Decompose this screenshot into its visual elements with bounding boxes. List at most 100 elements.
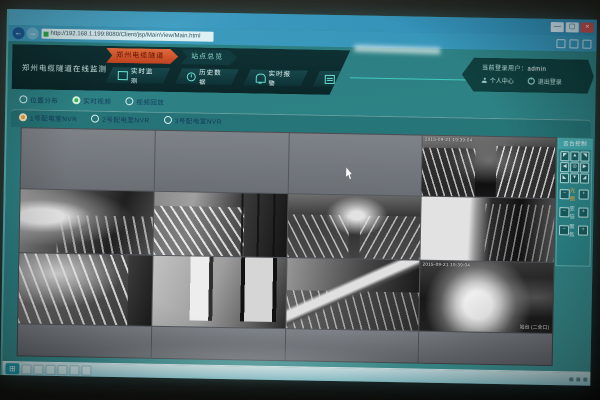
camera-timestamp: 2015-09-21 19:39:04: [423, 262, 471, 268]
address-input[interactable]: http://192.168.1.199:8080/Client/jsp/Mai…: [41, 29, 213, 42]
toolbar-realtime-monitoring[interactable]: 实时监测: [106, 67, 171, 84]
iris-minus-button[interactable]: −: [560, 189, 570, 199]
ptz-right-button[interactable]: ▶: [580, 163, 589, 173]
menu-icon[interactable]: [582, 40, 591, 49]
ptz-down-button[interactable]: ▼: [570, 173, 579, 183]
ptz-up-left-button[interactable]: ◤: [560, 151, 569, 161]
nvr-option-2[interactable]: 2号配电室NVR: [91, 114, 150, 125]
taskbar-app-icon[interactable]: [57, 364, 67, 374]
close-button[interactable]: ×: [581, 23, 594, 33]
view-mode-playback[interactable]: 视频回放: [125, 96, 164, 107]
view-mode-group: 位置分布 实时视频 视频回放: [19, 94, 164, 107]
video-cell-empty: [154, 131, 288, 193]
logout-icon: [528, 78, 535, 85]
camera-feed[interactable]: [152, 256, 286, 328]
monitor-icon: [118, 71, 128, 80]
taskbar-app-icon[interactable]: [81, 365, 91, 375]
camera-feed[interactable]: [287, 194, 421, 259]
profile-link[interactable]: 个人中心: [490, 76, 514, 85]
taskbar-app-icon[interactable]: [69, 365, 79, 375]
ptz-up-right-button[interactable]: ◥: [580, 152, 589, 162]
ptz-down-right-button[interactable]: ◢: [580, 174, 589, 184]
tab-site-overview[interactable]: 站点总览: [181, 49, 237, 65]
alarm-icon: [255, 73, 265, 82]
toolbar-item-label: 实时监测: [131, 65, 159, 85]
video-wall: 2015-09-21 19:39:04 2015-09-21 19:39:04 …: [17, 127, 557, 366]
start-button[interactable]: ⊞: [5, 363, 19, 374]
minimize-button[interactable]: —: [551, 22, 564, 32]
url-text: http://192.168.1.199:8080/Client/jsp/Mai…: [50, 31, 200, 40]
device-icon: [325, 74, 335, 83]
forward-button[interactable]: →: [26, 27, 38, 39]
radio-icon: [164, 116, 172, 124]
ptz-panel-title: 云台控制: [559, 139, 592, 150]
toolbar-item-label: 实时报警: [268, 68, 296, 88]
video-cell-empty: [285, 329, 418, 362]
toolbar-item-label: 历史数据: [199, 67, 227, 87]
radio-icon: [91, 115, 99, 123]
zoom-label: 变倍: [569, 204, 578, 220]
toolbar-realtime-alarm[interactable]: 实时报警: [243, 69, 308, 86]
view-mode-label: 实时视频: [83, 95, 111, 106]
tray-icon[interactable]: [583, 377, 587, 381]
ptz-up-button[interactable]: ▲: [570, 151, 579, 161]
video-cell-empty: [151, 327, 284, 360]
nvr-label: 2号配电室NVR: [102, 114, 150, 125]
focus-plus-button[interactable]: +: [578, 226, 588, 236]
toolbar-history-data[interactable]: 历史数据: [175, 68, 239, 85]
history-icon: [187, 72, 196, 81]
camera-feed[interactable]: [421, 197, 555, 262]
nvr-option-3[interactable]: 3号配电室NVR: [164, 115, 223, 126]
zoom-minus-button[interactable]: −: [559, 207, 569, 217]
site-favicon-icon: [44, 31, 49, 36]
monitor-screen: — ▢ × ← → http://192.168.1.199:8080/Clie…: [0, 9, 597, 386]
video-cell-empty: [419, 332, 552, 365]
radio-icon: [125, 97, 133, 105]
page-title: 郑州电缆隧道在线监测: [22, 62, 107, 75]
video-cell-empty: [288, 133, 422, 195]
camera-feed[interactable]: [20, 189, 154, 254]
radio-selected-icon: [72, 96, 80, 104]
ptz-down-left-button[interactable]: ◣: [560, 173, 569, 183]
back-button[interactable]: ←: [12, 27, 24, 39]
taskbar-app-icon[interactable]: [33, 364, 43, 374]
video-cell-empty: [18, 324, 151, 357]
nvr-option-1[interactable]: 1号配电室NVR: [19, 112, 78, 123]
camera-feed[interactable]: [286, 258, 420, 330]
settings-icon[interactable]: [569, 39, 578, 48]
ptz-center-button[interactable]: ◎: [570, 162, 579, 172]
person-icon: [482, 78, 487, 83]
tray-icon[interactable]: [569, 377, 573, 381]
ptz-left-button[interactable]: ◀: [560, 162, 569, 172]
nvr-label: 1号配电室NVR: [30, 112, 78, 123]
iris-label: 光圈: [570, 186, 579, 202]
logout-link[interactable]: 退出登录: [538, 77, 562, 86]
header-divider: [350, 77, 468, 80]
radio-icon: [19, 95, 27, 103]
favorites-icon[interactable]: [556, 39, 565, 48]
camera-feed[interactable]: [18, 253, 152, 325]
radio-selected-icon: [19, 113, 27, 121]
focus-label: 聚焦: [569, 222, 578, 238]
camera-feed[interactable]: 2015-09-21 19:39:04 站台 (二全口): [419, 261, 553, 333]
view-mode-label: 位置分布: [30, 94, 58, 105]
zoom-plus-button[interactable]: +: [578, 208, 588, 218]
tab-zhengzhou-cable-tunnel[interactable]: 郑州电缆隧道: [106, 48, 178, 64]
view-mode-label: 视频回放: [136, 96, 164, 107]
iris-plus-button[interactable]: +: [579, 190, 589, 200]
tray-icon[interactable]: [576, 377, 580, 381]
camera-feed[interactable]: [153, 192, 287, 257]
view-mode-live-video[interactable]: 实时视频: [72, 95, 111, 106]
toolbar-item-partial[interactable]: [313, 71, 350, 88]
username: admin: [527, 67, 546, 73]
nvr-label: 3号配电室NVR: [175, 115, 223, 126]
view-mode-location[interactable]: 位置分布: [19, 94, 58, 105]
taskbar-app-icon[interactable]: [21, 364, 31, 374]
taskbar-app-icon[interactable]: [45, 364, 55, 374]
camera-feed[interactable]: 2015-09-21 19:39:04: [422, 136, 556, 198]
system-tray: [569, 377, 587, 381]
focus-minus-button[interactable]: −: [559, 225, 569, 235]
maximize-button[interactable]: ▢: [566, 22, 579, 32]
user-panel: 当前登录用户：admin 个人中心 退出登录: [462, 57, 595, 93]
camera-name-label: 站台 (二全口): [519, 323, 549, 331]
